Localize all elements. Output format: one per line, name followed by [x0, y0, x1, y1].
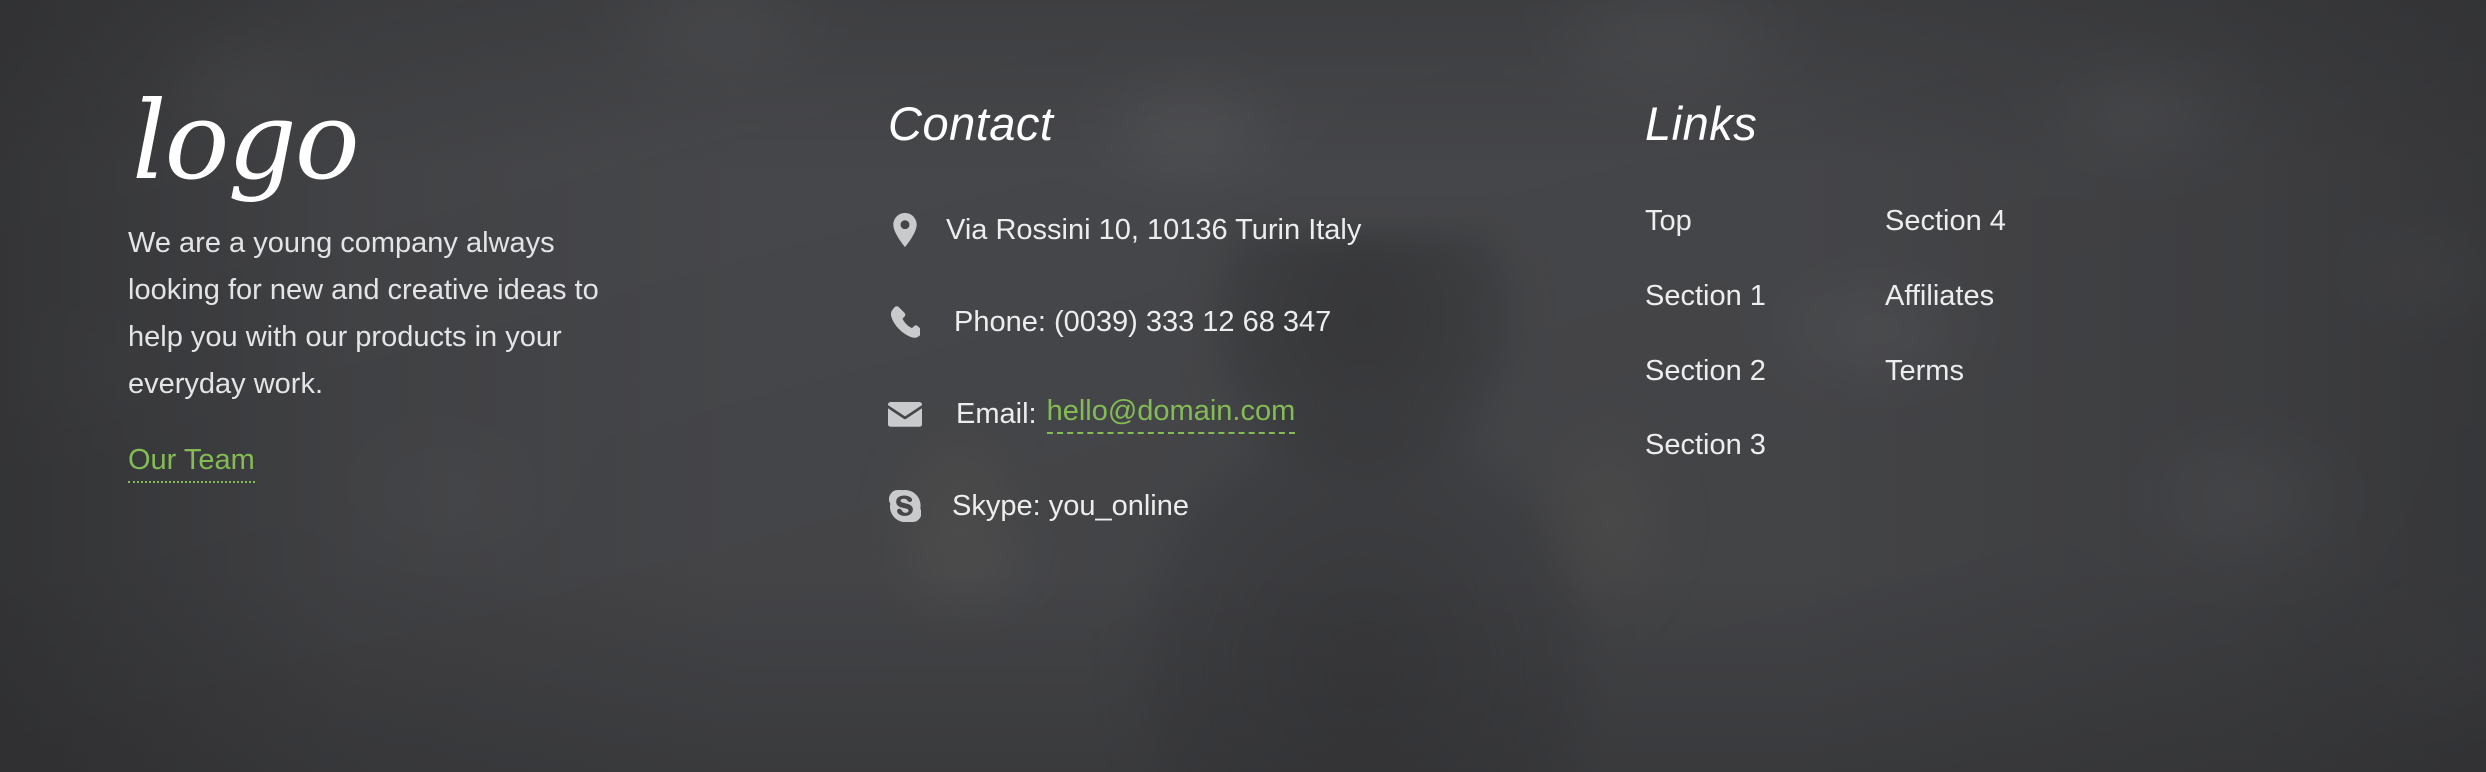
list-item: Section 4 — [1885, 201, 2125, 242]
links-list-primary: Top Section 1 Section 2 Section 3 — [1645, 201, 1885, 466]
link-affiliates[interactable]: Affiliates — [1885, 276, 1994, 317]
contact-row-skype: Skype: you_online — [888, 477, 1548, 535]
list-item: Affiliates — [1885, 276, 2125, 317]
footer-content: logo We are a young company always looki… — [0, 0, 2486, 772]
our-team-link[interactable]: Our Team — [128, 444, 255, 483]
link-section-1[interactable]: Section 1 — [1645, 276, 1766, 317]
link-terms[interactable]: Terms — [1885, 351, 1964, 392]
links-list-secondary: Section 4 Affiliates Terms — [1885, 201, 2125, 466]
link-top[interactable]: Top — [1645, 201, 1692, 242]
footer-links-column: Links Top Section 1 Section 2 Section 3 — [1645, 100, 2445, 466]
contact-email-label: Email: — [956, 397, 1037, 430]
links-grid: Top Section 1 Section 2 Section 3 Sectio… — [1645, 201, 2445, 466]
contact-row-phone: Phone: (0039) 333 12 68 347 — [888, 293, 1548, 351]
skype-icon — [888, 489, 922, 523]
list-item: Section 3 — [1645, 425, 1885, 466]
links-heading: Links — [1645, 97, 1758, 150]
company-description: We are a young company always looking fo… — [128, 227, 599, 400]
link-section-2[interactable]: Section 2 — [1645, 351, 1766, 392]
list-item: Top — [1645, 201, 1885, 242]
list-item: Terms — [1885, 351, 2125, 392]
link-section-4[interactable]: Section 4 — [1885, 201, 2006, 242]
site-footer: logo We are a young company always looki… — [0, 0, 2486, 772]
contact-skype-text: Skype: you_online — [952, 489, 1189, 522]
envelope-icon — [888, 397, 922, 431]
phone-icon — [888, 305, 922, 339]
contact-address-text: Via Rossini 10, 10136 Turin Italy — [946, 213, 1362, 246]
map-pin-icon — [888, 213, 922, 247]
contact-row-address: Via Rossini 10, 10136 Turin Italy — [888, 201, 1548, 259]
footer-brand-column: logo We are a young company always looki… — [128, 88, 658, 483]
contact-email-link[interactable]: hello@domain.com — [1046, 394, 1296, 434]
link-section-3[interactable]: Section 3 — [1645, 425, 1766, 466]
contact-list: Via Rossini 10, 10136 Turin Italy Phone:… — [888, 201, 1548, 535]
list-item: Section 2 — [1645, 351, 1885, 392]
footer-contact-column: Contact Via Rossini 10, 10136 Turin Ital… — [888, 100, 1548, 535]
contact-row-email: Email: hello@domain.com — [888, 385, 1548, 443]
contact-phone-text: Phone: (0039) 333 12 68 347 — [954, 305, 1332, 338]
contact-heading: Contact — [888, 97, 1054, 150]
logo[interactable]: logo — [132, 88, 658, 196]
list-item: Section 1 — [1645, 276, 1885, 317]
